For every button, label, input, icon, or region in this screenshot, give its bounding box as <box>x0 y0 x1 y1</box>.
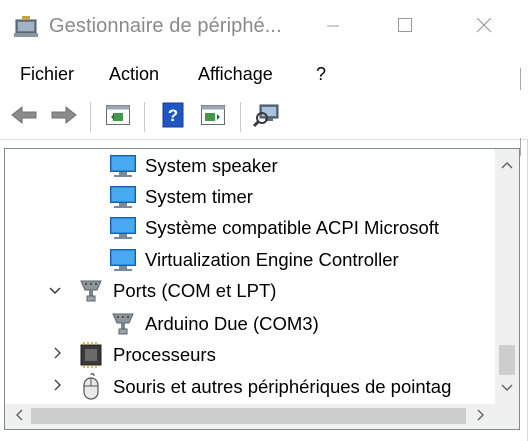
tree-item-label: Ports (COM et LPT) <box>113 279 277 301</box>
scroll-down-button[interactable] <box>495 376 519 400</box>
back-arrow-icon <box>10 104 38 131</box>
scroll-left-button[interactable] <box>7 404 31 429</box>
chevron-up-icon <box>501 156 513 174</box>
horizontal-scroll-thumb[interactable] <box>31 408 466 424</box>
close-button[interactable] <box>462 10 506 44</box>
mouse-icon <box>77 372 105 400</box>
chevron-down-icon <box>48 283 62 301</box>
tree-item-souris[interactable]: Souris et autres périphériques de pointa… <box>77 371 451 402</box>
scan-hardware-button[interactable] <box>252 102 282 132</box>
toolbar: ? <box>0 94 528 140</box>
scroll-up-button[interactable] <box>495 153 519 177</box>
expand-toggle-ports[interactable] <box>47 284 63 300</box>
system-device-icon <box>109 215 137 241</box>
port-icon <box>77 278 105 304</box>
tree-item-system-timer[interactable]: System timer <box>109 181 253 212</box>
system-device-icon <box>109 184 137 210</box>
minimize-button[interactable] <box>311 10 355 44</box>
tree-item-system-speaker[interactable]: System speaker <box>109 150 278 181</box>
menu-bar-edge <box>520 68 528 90</box>
device-manager-icon <box>13 16 41 38</box>
expand-toggle-processeurs[interactable] <box>50 347 66 363</box>
tree-item-label: Arduino Due (COM3) <box>145 312 319 334</box>
window-title: Gestionnaire de périphé... <box>49 15 282 37</box>
toolbar-edge <box>520 138 528 156</box>
system-device-icon <box>109 247 137 273</box>
scroll-right-button[interactable] <box>469 404 493 429</box>
chevron-down-icon <box>501 379 513 397</box>
processor-icon <box>77 341 105 368</box>
tree-item-label: System timer <box>145 185 253 207</box>
chevron-right-icon <box>53 378 63 397</box>
chevron-right-icon <box>477 408 485 426</box>
chevron-left-icon <box>15 408 23 426</box>
tree-item-arduino-due[interactable]: Arduino Due (COM3) <box>109 308 319 339</box>
forward-button[interactable] <box>49 102 79 132</box>
menu-action[interactable]: Action <box>109 64 159 85</box>
chevron-right-icon <box>53 346 63 365</box>
title-bar[interactable]: Gestionnaire de périphé... <box>0 0 528 56</box>
maximize-button[interactable] <box>383 10 427 44</box>
device-tree[interactable]: System speaker System timer Système comp… <box>4 148 520 430</box>
port-icon <box>109 311 137 337</box>
tree-item-label: System speaker <box>145 154 278 176</box>
forward-arrow-icon <box>50 104 78 131</box>
maximize-icon <box>397 17 413 38</box>
tree-item-ports[interactable]: Ports (COM et LPT) <box>77 275 276 306</box>
properties-pane-button[interactable] <box>103 102 133 132</box>
action-pane-button[interactable] <box>198 102 228 132</box>
toolbar-separator <box>90 102 91 132</box>
tree-item-label: Processeurs <box>113 343 216 365</box>
vertical-scrollbar[interactable] <box>495 149 519 404</box>
help-icon: ? <box>161 102 185 133</box>
scan-hardware-icon <box>252 102 281 133</box>
menu-bar: Fichier Action Affichage ? <box>0 56 528 94</box>
horizontal-scrollbar[interactable] <box>5 404 495 429</box>
help-button[interactable]: ? <box>158 102 188 132</box>
tree-item-processeurs[interactable]: Processeurs <box>77 339 216 370</box>
tree-item-acpi[interactable]: Système compatible ACPI Microsoft <box>109 212 439 243</box>
minimize-icon <box>326 18 340 37</box>
toolbar-separator <box>240 102 241 132</box>
toolbar-separator <box>144 102 145 132</box>
close-icon <box>476 17 492 38</box>
back-button[interactable] <box>9 102 39 132</box>
tree-item-label: Système compatible ACPI Microsoft <box>145 216 440 238</box>
vertical-scroll-thumb[interactable] <box>499 345 515 375</box>
action-pane-icon <box>200 103 226 132</box>
menu-help[interactable]: ? <box>316 64 326 85</box>
tree-item-label: Virtualization Engine Controller <box>145 248 399 270</box>
svg-text:?: ? <box>168 106 178 125</box>
scrollbar-corner <box>495 404 519 429</box>
tree-item-virtualization[interactable]: Virtualization Engine Controller <box>109 244 399 275</box>
menu-fichier[interactable]: Fichier <box>20 64 74 85</box>
properties-pane-icon <box>105 103 131 132</box>
system-device-icon <box>109 153 137 179</box>
expand-toggle-souris[interactable] <box>50 379 66 395</box>
device-manager-window: Gestionnaire de périphé... Fichier Actio… <box>0 0 528 441</box>
menu-affichage[interactable]: Affichage <box>198 64 273 85</box>
tree-item-label: Souris et autres périphériques de pointa… <box>113 375 452 397</box>
